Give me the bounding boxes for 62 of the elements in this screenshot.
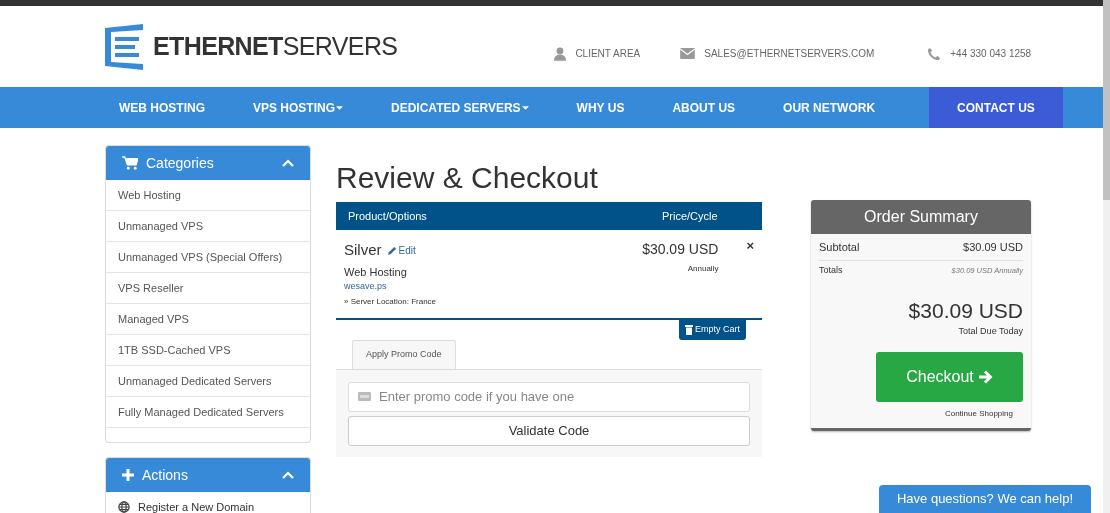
validate-button[interactable]: Validate Code — [348, 415, 750, 446]
promo-field[interactable]: Enter promo code if you have one — [348, 381, 750, 412]
ticket-icon — [358, 392, 371, 401]
option-text: » Server Location: France — [344, 295, 438, 308]
totals-label: Totals — [819, 264, 843, 278]
nav-link[interactable]: ABOUT US — [658, 87, 750, 128]
logo-text: ETHERNETSERVERS — [153, 30, 398, 62]
edit-link[interactable]: Edit — [387, 242, 416, 258]
sidebar-item[interactable]: VPS Reseller — [106, 273, 310, 304]
sidebar-item[interactable]: Unmanaged VPS (Special Offers) — [106, 242, 310, 273]
scrollbar-thumb[interactable] — [1103, 0, 1110, 200]
cycle-text: Annually — [687, 263, 719, 275]
panel-header[interactable]: Actions — [106, 458, 310, 492]
chat-button[interactable]: Have questions? We can help! — [879, 485, 1091, 513]
sidebar-item[interactable]: Register a New Domain — [106, 492, 310, 513]
sidebar-item[interactable]: 1TB SSD-Cached VPS — [106, 335, 310, 366]
continue-shopping-link[interactable]: Continue Shopping — [944, 407, 1013, 420]
nav-link[interactable]: WHY US — [562, 87, 639, 128]
panel-header[interactable]: Categories — [106, 146, 310, 180]
user-icon — [554, 46, 567, 61]
column-header: Product/Options — [348, 208, 428, 224]
plus-icon — [122, 469, 134, 481]
globe-icon — [118, 501, 130, 513]
panel-title: Actions — [142, 465, 188, 485]
mail-icon — [680, 48, 696, 59]
nav-link[interactable]: CONTACT US — [929, 87, 1063, 128]
product-name: Silver — [344, 240, 382, 260]
product-group: Web Hosting — [344, 263, 624, 280]
nav-link[interactable]: DEDICATED SERVERS — [377, 87, 543, 128]
sidebar-item[interactable]: Web Hosting — [106, 180, 310, 211]
summary-title: Order Summary — [811, 200, 1031, 234]
sidebar-item[interactable]: Unmanaged VPS — [106, 211, 310, 242]
subtotal-label: Subtotal — [819, 239, 860, 255]
contact-link[interactable]: SALES@ETHERNETSERVERS.COM — [704, 46, 875, 61]
price-text: $30.09 USD — [642, 240, 719, 259]
remove-button[interactable]: × — [746, 239, 754, 253]
phone-icon — [927, 46, 942, 61]
nav-link[interactable]: OUR NETWORK — [769, 87, 890, 128]
sidebar-item[interactable]: Managed VPS — [106, 304, 310, 335]
trash-icon — [685, 324, 693, 335]
sidebar-item[interactable]: Unmanaged Dedicated Servers — [106, 366, 310, 397]
subtotal-value: $30.09 USD — [963, 239, 1023, 255]
promo-input[interactable]: Enter promo code if you have one — [379, 386, 740, 407]
nav-link[interactable]: VPS HOSTING — [239, 87, 357, 128]
total-label: Total Due Today — [958, 325, 1023, 338]
contact-link[interactable]: CLIENT AREA — [575, 46, 641, 61]
total-amount: $30.09 USD — [908, 299, 1023, 323]
panel-title: Categories — [146, 153, 214, 173]
empty-cart-button[interactable]: Empty Cart — [679, 319, 746, 340]
caret-icon — [521, 105, 529, 110]
arrow-right-icon — [978, 369, 993, 384]
contact-link[interactable]: +44 330 043 1258 — [950, 46, 1032, 61]
logo-icon — [105, 23, 145, 70]
cart-icon — [122, 156, 138, 170]
caret-icon — [336, 105, 343, 110]
nav-link[interactable]: WEB HOSTING — [105, 87, 219, 128]
column-header: Price/Cycle — [662, 208, 718, 224]
sidebar-item[interactable]: Fully Managed Dedicated Servers — [106, 397, 310, 428]
domain-text: wesave.ps — [344, 280, 388, 293]
page-title: Review & Checkout — [336, 160, 599, 196]
promo-tab[interactable]: Apply Promo Code — [352, 339, 456, 369]
pencil-icon — [387, 245, 397, 255]
